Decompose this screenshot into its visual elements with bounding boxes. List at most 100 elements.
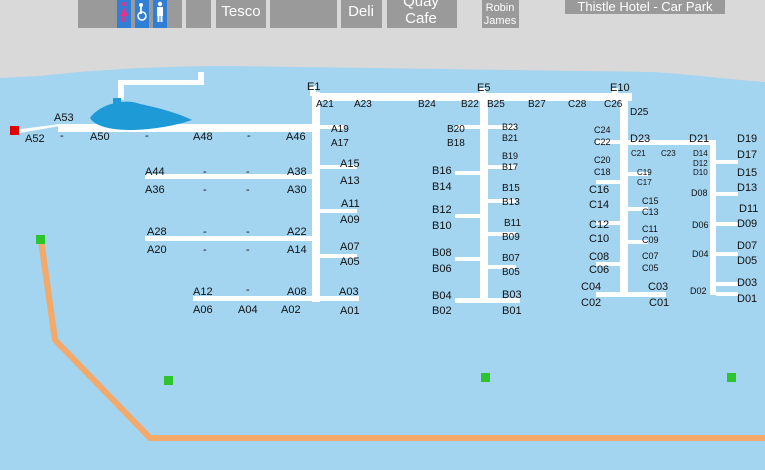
berth-label: D08 (691, 188, 708, 198)
berth-label: E10 (610, 82, 630, 94)
berth-label: D02 (690, 286, 707, 296)
berth-label: B22 (461, 99, 479, 110)
berth-label: D21 (689, 133, 709, 145)
berth-label: - (60, 130, 64, 142)
berth-label: C14 (589, 199, 609, 211)
berth-label: A48 (193, 131, 213, 143)
berth-label: B16 (432, 165, 452, 177)
berth-label: A21 (316, 99, 334, 110)
berth-label: C04 (581, 281, 601, 293)
berth-label: A15 (340, 158, 360, 170)
berth-label: B23 (502, 122, 518, 132)
quay-cafe-label-2: Cafe (405, 10, 437, 27)
deli-label: Deli (348, 3, 374, 20)
berth-label: A38 (287, 166, 307, 178)
berth-label: A22 (287, 226, 307, 238)
berth-label: - (203, 226, 207, 238)
berth-label: A06 (193, 304, 213, 316)
berth-label: A30 (287, 184, 307, 196)
berth-label: B18 (447, 138, 465, 149)
berth-label: A01 (340, 305, 360, 317)
berth-label: D14 (693, 149, 708, 158)
berth-label: C20 (594, 155, 611, 165)
berth-label: C08 (589, 251, 609, 263)
berth-label: A53 (54, 112, 74, 124)
berth-label: B03 (502, 289, 522, 301)
berth-label: D25 (630, 107, 649, 118)
berth-label: - (246, 166, 250, 178)
berth-label: B14 (432, 181, 452, 193)
berth-label: B08 (432, 247, 452, 259)
berth-label: C11 (642, 224, 658, 234)
building-unit (270, 0, 337, 28)
berth-label: A52 (25, 133, 45, 145)
berth-label: A19 (331, 124, 349, 135)
berth-label: B05 (502, 267, 520, 278)
berth-label: A13 (340, 175, 360, 187)
berth-label: - (246, 244, 250, 256)
green-buoy-icon (164, 376, 173, 385)
berth-label: B13 (502, 197, 520, 208)
berth-label: D17 (737, 149, 757, 161)
berth-label: B27 (528, 99, 546, 110)
berth-label: A50 (90, 131, 110, 143)
berth-label: C06 (589, 264, 609, 276)
berth-label: A23 (354, 99, 372, 110)
berth-label: B15 (502, 183, 520, 194)
marina-map: Tesco Deli Quay Cafe Robin James Thistle… (0, 0, 765, 470)
berth-label: D15 (737, 167, 757, 179)
berth-label: E1 (307, 81, 320, 93)
berth-label: A14 (287, 244, 307, 256)
berth-label: D07 (737, 240, 757, 252)
berth-label: B12 (432, 204, 452, 216)
berth-label: B01 (502, 305, 522, 317)
berth-label: - (203, 244, 207, 256)
hotel-car-park-label: Thistle Hotel - Car Park (577, 0, 713, 14)
berth-label: C12 (589, 219, 609, 231)
green-buoy-icon (481, 373, 490, 382)
tesco-label: Tesco (221, 3, 260, 20)
berth-label: B11 (504, 218, 521, 229)
berth-label: C22 (594, 137, 611, 147)
berth-label: A09 (340, 214, 360, 226)
berth-label: A11 (341, 198, 360, 210)
berth-label: C21 (631, 149, 646, 158)
berth-label: C07 (642, 251, 659, 261)
berth-label: A12 (193, 286, 213, 298)
robin-james-label-1: Robin (486, 2, 515, 14)
berth-label: A36 (145, 184, 165, 196)
berth-label: C23 (661, 149, 676, 158)
berth-label: D05 (737, 255, 757, 267)
berth-label: B21 (502, 133, 518, 143)
berth-label: C01 (649, 297, 669, 309)
berth-label: C15 (642, 196, 659, 206)
berth-label: B07 (502, 253, 520, 264)
berth-label: A28 (147, 226, 167, 238)
berth-label: - (145, 130, 149, 142)
quay-cafe-label-1: Quay (403, 0, 439, 10)
berth-label: A03 (339, 286, 359, 298)
berth-label: D11 (739, 203, 758, 215)
berth-label: - (246, 226, 250, 238)
berth-label: B25 (487, 99, 505, 110)
berth-label: C10 (589, 233, 609, 245)
berth-label: C13 (642, 207, 659, 217)
berth-label: A07 (340, 241, 360, 253)
berth-label: C26 (604, 99, 623, 110)
berth-label: - (203, 184, 207, 196)
red-marker-icon (10, 126, 19, 135)
marina-map-svg: Tesco Deli Quay Cafe Robin James Thistle… (0, 0, 765, 470)
berth-label: C03 (648, 281, 668, 293)
berth-label: C18 (594, 167, 611, 177)
building-unit (186, 0, 211, 28)
berth-label: D10 (693, 168, 708, 177)
berth-label: C05 (642, 263, 659, 273)
berth-label: C28 (568, 99, 587, 110)
berth-label: D12 (693, 159, 708, 168)
berth-label: B20 (447, 124, 465, 135)
berth-label: D06 (692, 220, 709, 230)
berth-label: - (247, 130, 251, 142)
berth-label: C19 (637, 168, 652, 177)
berth-label: A17 (331, 138, 349, 149)
berth-label: D13 (737, 182, 757, 194)
